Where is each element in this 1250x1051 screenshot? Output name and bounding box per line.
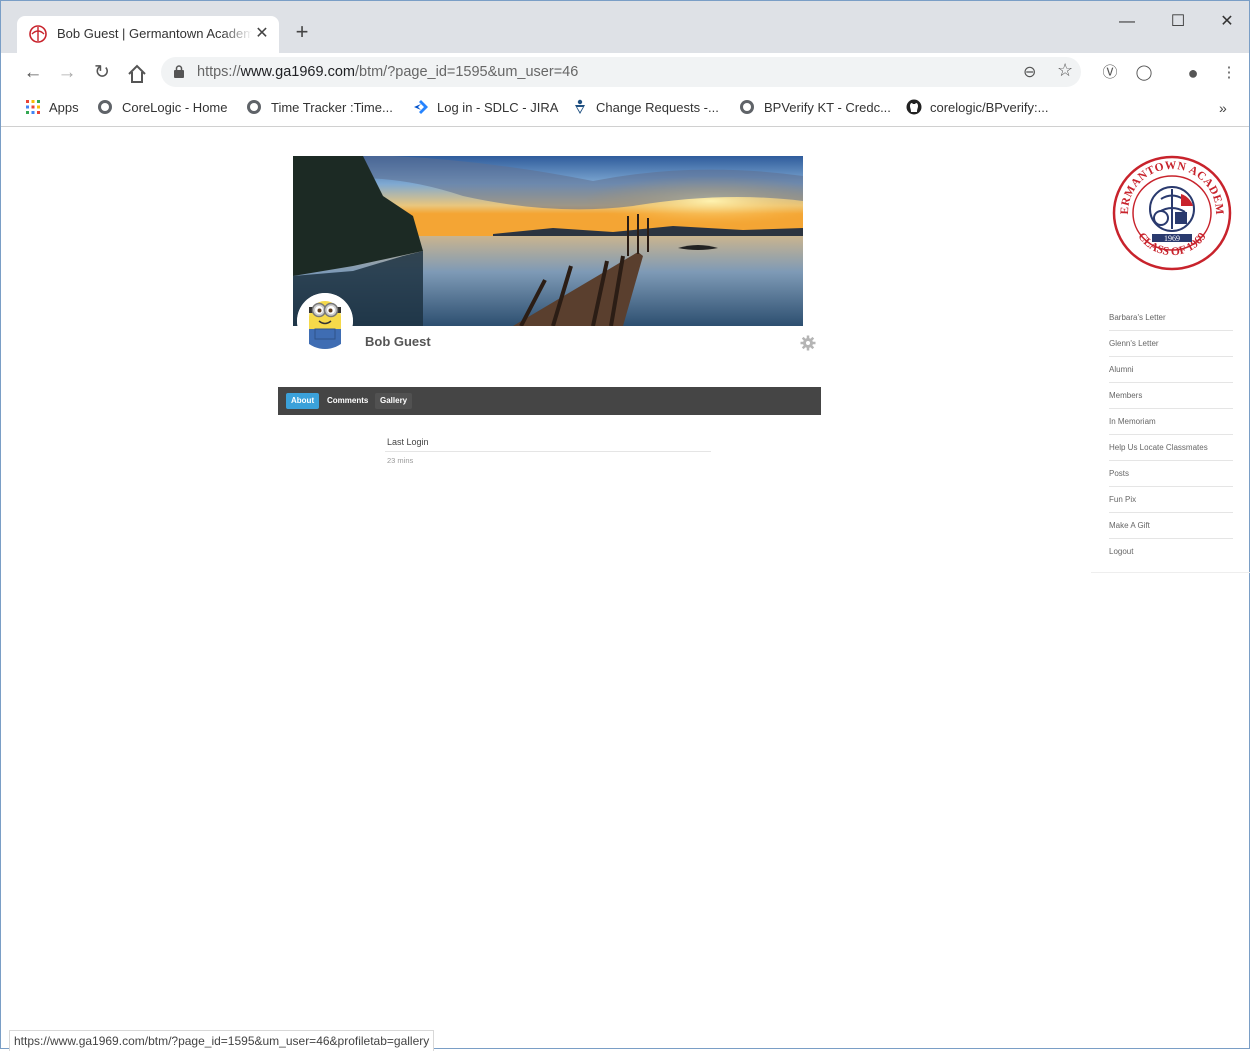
- field-divider: [385, 451, 711, 452]
- tab-comments[interactable]: Comments: [322, 393, 373, 409]
- address-bar[interactable]: https://www.ga1969.com/btm/?page_id=1595…: [161, 57, 1081, 87]
- apps-grid-icon: [26, 100, 40, 114]
- home-icon[interactable]: [125, 62, 149, 86]
- minimize-button[interactable]: —: [1107, 9, 1147, 35]
- profile-avatar[interactable]: [297, 293, 353, 349]
- browser-window: Bob Guest | Germantown Academy ✕ + — ☐ ✕…: [0, 0, 1250, 1051]
- sidebar-item-logout[interactable]: Logout: [1109, 539, 1233, 564]
- field-label-last-login: Last Login: [387, 437, 429, 447]
- germantown-academy-logo[interactable]: GERMANTOWN ACADEMY CLASS OF 1969 1969: [1111, 154, 1233, 272]
- bookmark-jira[interactable]: Log in - SDLC - JIRA: [413, 99, 558, 117]
- sidebar-item-fun-pix[interactable]: Fun Pix: [1109, 487, 1233, 513]
- tab-about[interactable]: About: [286, 393, 320, 409]
- github-icon: [906, 99, 922, 115]
- sidebar-item-members[interactable]: Members: [1109, 383, 1233, 409]
- gear-icon[interactable]: [800, 335, 816, 351]
- bookmark-bpverify-kt[interactable]: BPVerify KT - Credc...: [740, 99, 891, 117]
- svg-text:1969: 1969: [1164, 234, 1180, 243]
- reload-icon[interactable]: ↻: [90, 61, 114, 85]
- bookmark-apps[interactable]: Apps: [25, 99, 79, 117]
- sidebar-item-barbaras-letter[interactable]: Barbara's Letter: [1109, 305, 1233, 331]
- tab-strip: Bob Guest | Germantown Academy ✕ + — ☐ ✕: [1, 1, 1249, 53]
- tab-gallery[interactable]: Gallery: [375, 393, 413, 409]
- sidebar-item-help-locate[interactable]: Help Us Locate Classmates: [1109, 435, 1233, 461]
- sidebar-item-posts[interactable]: Posts: [1109, 461, 1233, 487]
- confluence-icon: [575, 99, 585, 114]
- browser-tab-active[interactable]: Bob Guest | Germantown Academy ✕: [17, 16, 279, 53]
- sidebar-item-in-memoriam[interactable]: In Memoriam: [1109, 409, 1233, 435]
- sidebar-item-make-a-gift[interactable]: Make A Gift: [1109, 513, 1233, 539]
- bookmarks-bar: Apps CoreLogic - Home Time Tracker :Time…: [1, 91, 1249, 127]
- close-window-button[interactable]: ✕: [1207, 9, 1247, 35]
- browser-toolbar: ← → ↻ https://www.ga1969.com/btm/?page_i…: [1, 53, 1249, 91]
- lock-icon: [174, 65, 184, 78]
- close-tab-icon[interactable]: ✕: [253, 25, 271, 43]
- cover-photo: [293, 156, 803, 326]
- maximize-button[interactable]: ☐: [1158, 9, 1198, 35]
- jira-icon: [414, 100, 428, 114]
- bookmark-star-icon[interactable]: ☆: [1057, 60, 1073, 81]
- url-text: https://www.ga1969.com/btm/?page_id=1595…: [197, 64, 579, 80]
- profile-name: Bob Guest: [365, 334, 431, 349]
- sidebar-menu: Barbara's Letter Glenn's Letter Alumni M…: [1091, 296, 1250, 573]
- extension-circle-icon[interactable]: ◯: [1134, 63, 1154, 83]
- back-arrow-icon[interactable]: ←: [21, 61, 45, 85]
- globe-icon: [98, 100, 112, 114]
- globe-icon: [740, 100, 754, 114]
- bookmark-change-requests[interactable]: Change Requests -...: [572, 99, 719, 117]
- profile-icon[interactable]: ●: [1183, 63, 1203, 83]
- extension-v-icon[interactable]: Ⓥ: [1100, 63, 1120, 83]
- field-value-last-login: 23 mins: [387, 456, 414, 465]
- status-bar-url: https://www.ga1969.com/btm/?page_id=1595…: [9, 1030, 435, 1051]
- menu-kebab-icon[interactable]: ⋮: [1219, 63, 1239, 83]
- globe-icon: [247, 100, 261, 114]
- forward-arrow-icon[interactable]: →: [55, 61, 79, 85]
- profile-tabs: About Comments Gallery: [278, 387, 821, 415]
- zoom-icon[interactable]: ⊖: [1023, 62, 1036, 82]
- site-favicon-icon: [29, 25, 47, 43]
- sidebar-item-alumni[interactable]: Alumni: [1109, 357, 1233, 383]
- bookmark-corelogic-home[interactable]: CoreLogic - Home: [98, 99, 228, 117]
- bookmarks-overflow-button[interactable]: »: [1219, 100, 1227, 116]
- sidebar-item-glenns-letter[interactable]: Glenn's Letter: [1109, 331, 1233, 357]
- bookmark-github[interactable]: corelogic/BPverify:...: [906, 99, 1049, 117]
- new-tab-button[interactable]: +: [291, 21, 313, 43]
- bookmark-time-tracker[interactable]: Time Tracker :Time...: [247, 99, 393, 117]
